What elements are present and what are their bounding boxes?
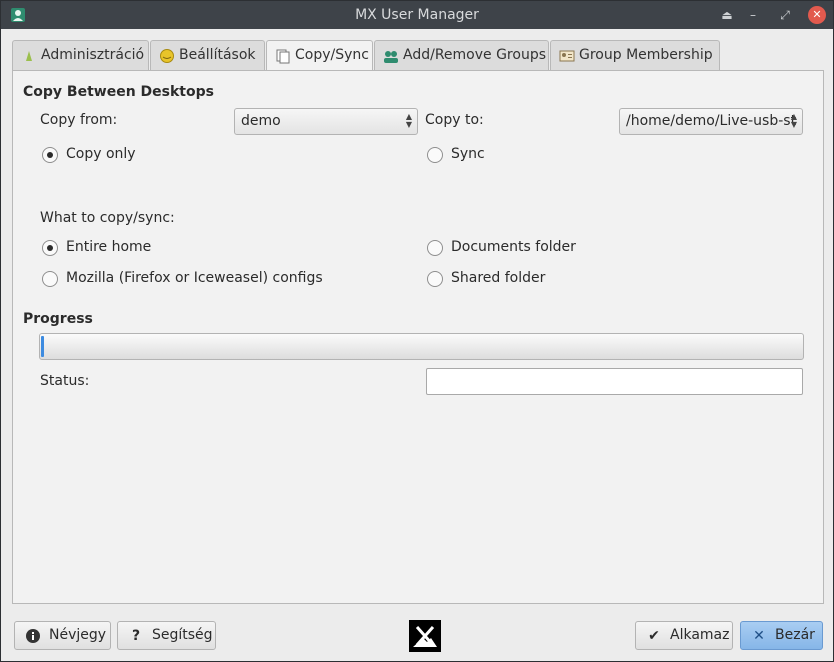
shared-folder-radio[interactable]: Shared folder bbox=[427, 269, 557, 289]
sync-radio[interactable]: Sync bbox=[427, 145, 507, 165]
radio-icon bbox=[427, 240, 443, 256]
maximize-icon[interactable]: ⤢ bbox=[776, 6, 794, 24]
copy-to-select[interactable]: /home/demo/Live-usb-st ▲ ▼ bbox=[619, 108, 803, 135]
mx-logo bbox=[409, 620, 441, 652]
entire-home-label: Entire home bbox=[66, 239, 152, 255]
tab-label: Group Membership bbox=[579, 47, 713, 63]
minimize-icon[interactable]: – bbox=[744, 6, 762, 24]
tab-label: Beállítások bbox=[179, 47, 256, 63]
copy-only-radio[interactable]: Copy only bbox=[42, 145, 162, 165]
status-field bbox=[426, 368, 803, 395]
tab-settings[interactable]: Beállítások bbox=[150, 40, 265, 71]
about-button[interactable]: Névjegy bbox=[14, 621, 111, 650]
tab-label: Adminisztráció bbox=[41, 47, 145, 63]
admin-icon bbox=[26, 51, 32, 61]
copy-to-value: /home/demo/Live-usb-st bbox=[626, 113, 797, 129]
help-button[interactable]: ? Segítség bbox=[117, 621, 216, 650]
copy-icon bbox=[276, 49, 290, 64]
entire-home-radio[interactable]: Entire home bbox=[42, 238, 172, 258]
close-button[interactable]: ✕ Bezár bbox=[740, 621, 823, 650]
help-label: Segítség bbox=[152, 627, 213, 643]
membership-icon bbox=[559, 50, 575, 62]
documents-folder-radio[interactable]: Documents folder bbox=[427, 238, 587, 258]
copy-between-title: Copy Between Desktops bbox=[23, 84, 214, 100]
keep-above-icon[interactable]: ⏏ bbox=[718, 6, 736, 24]
close-window-icon[interactable]: ✕ bbox=[808, 6, 826, 24]
tab-add-remove-groups[interactable]: Add/Remove Groups bbox=[374, 40, 549, 71]
close-x-icon: ✕ bbox=[753, 628, 765, 644]
apply-label: Alkamaz bbox=[670, 627, 730, 643]
copy-only-label: Copy only bbox=[66, 146, 136, 162]
sync-label: Sync bbox=[451, 146, 485, 162]
what-to-copy-label: What to copy/sync: bbox=[40, 210, 175, 226]
about-label: Névjegy bbox=[49, 627, 107, 643]
progress-fill bbox=[41, 336, 44, 357]
updown-icon: ▲ ▼ bbox=[790, 112, 798, 129]
checkmark-icon: ✔ bbox=[648, 628, 660, 644]
window-title: MX User Manager bbox=[355, 7, 479, 23]
copy-from-value: demo bbox=[241, 113, 281, 129]
mozilla-configs-label: Mozilla (Firefox or Iceweasel) configs bbox=[66, 270, 323, 286]
info-icon bbox=[25, 628, 41, 644]
shared-folder-label: Shared folder bbox=[451, 270, 546, 286]
title-bar[interactable]: MX User Manager ⏏ – ⤢ ✕ bbox=[1, 1, 833, 29]
progress-title: Progress bbox=[23, 311, 93, 327]
settings-icon bbox=[160, 49, 174, 63]
tab-group-membership[interactable]: Group Membership bbox=[550, 40, 720, 71]
tab-label: Copy/Sync bbox=[295, 47, 369, 63]
status-label: Status: bbox=[40, 373, 90, 389]
progress-bar bbox=[39, 333, 804, 360]
updown-icon: ▲ ▼ bbox=[405, 112, 413, 129]
app-window: MX User Manager ⏏ – ⤢ ✕ Adminisztráció B… bbox=[0, 0, 834, 662]
question-icon: ? bbox=[131, 628, 141, 644]
close-label: Bezár bbox=[775, 627, 815, 643]
radio-icon bbox=[42, 271, 58, 287]
tab-copy-sync[interactable]: Copy/Sync bbox=[266, 40, 373, 72]
documents-folder-label: Documents folder bbox=[451, 239, 576, 255]
copy-from-select[interactable]: demo ▲ ▼ bbox=[234, 108, 418, 135]
copy-from-label: Copy from: bbox=[40, 112, 118, 128]
groups-icon bbox=[384, 51, 398, 63]
radio-icon bbox=[427, 271, 443, 287]
tab-label: Add/Remove Groups bbox=[403, 47, 547, 63]
copy-to-label: Copy to: bbox=[425, 112, 484, 128]
radio-selected-icon bbox=[42, 240, 58, 256]
apply-button[interactable]: ✔ Alkamaz bbox=[635, 621, 733, 650]
mozilla-configs-radio[interactable]: Mozilla (Firefox or Iceweasel) configs bbox=[42, 269, 323, 289]
radio-icon bbox=[427, 147, 443, 163]
radio-selected-icon bbox=[42, 147, 58, 163]
tab-administration[interactable]: Adminisztráció bbox=[12, 40, 149, 71]
